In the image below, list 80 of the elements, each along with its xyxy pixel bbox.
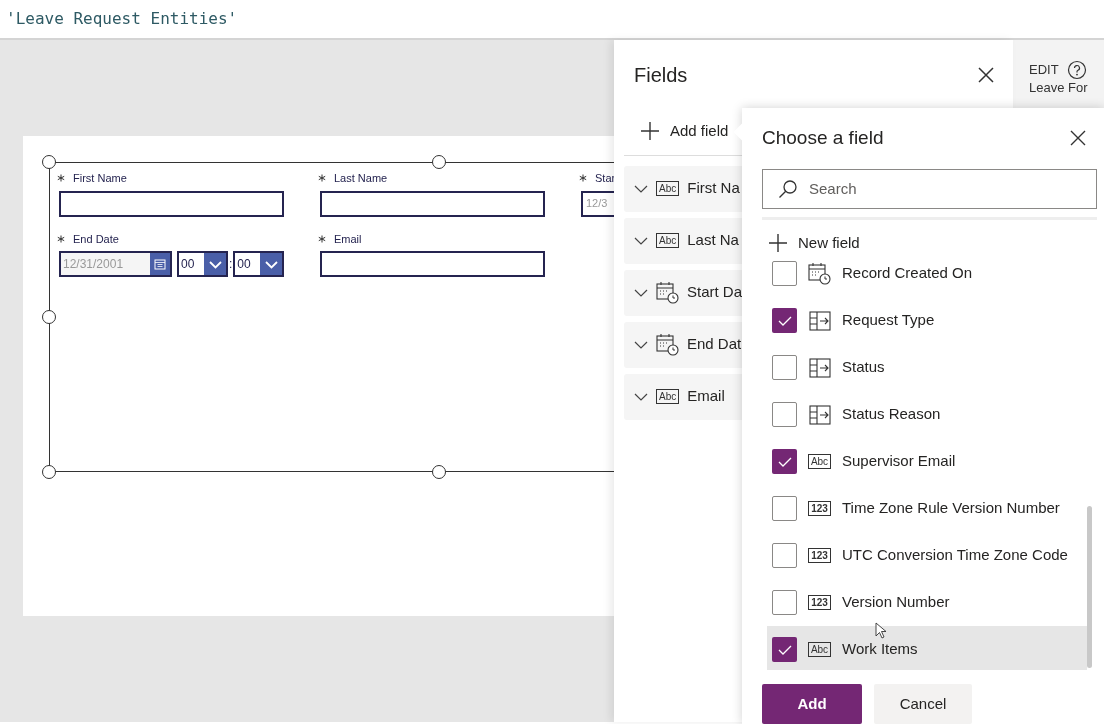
resize-handle[interactable] xyxy=(42,465,56,479)
search-icon xyxy=(778,178,798,199)
field-label: First Name xyxy=(73,171,127,186)
text-type-icon: Abc xyxy=(656,181,680,196)
field-name: Last Na xyxy=(687,230,739,251)
text-type-icon: Abc xyxy=(807,454,832,469)
checkbox[interactable] xyxy=(772,449,797,474)
search-field[interactable]: Search xyxy=(762,168,1097,209)
mode-label: EDIT xyxy=(1029,61,1059,80)
scrollbar[interactable] xyxy=(1087,506,1092,668)
field-name: Request Type xyxy=(842,310,935,331)
add-field-button[interactable]: Add field xyxy=(640,120,729,143)
field-option[interactable]: Status Reason xyxy=(767,391,1087,438)
field-option[interactable]: Status xyxy=(767,344,1087,391)
text-type-icon: Abc xyxy=(656,389,680,404)
field-option[interactable]: 123 UTC Conversion Time Zone Code xyxy=(767,532,1087,579)
field-option[interactable]: Record Created On xyxy=(767,260,1087,297)
popover-title: Choose a field xyxy=(762,126,884,150)
field-label: End Date xyxy=(73,231,119,247)
field-name: Status Reason xyxy=(842,404,941,425)
number-type-icon: 123 xyxy=(808,595,831,610)
mouse-cursor-icon xyxy=(875,622,887,639)
field-option[interactable]: Request Type xyxy=(767,297,1087,344)
text-input[interactable] xyxy=(320,251,545,277)
resize-handle[interactable] xyxy=(42,155,56,169)
resize-handle[interactable] xyxy=(42,310,56,324)
close-icon[interactable] xyxy=(977,66,995,84)
option-set-icon xyxy=(808,403,831,426)
resize-handle[interactable] xyxy=(432,155,446,169)
text-input[interactable] xyxy=(320,190,545,217)
calendar-icon xyxy=(154,258,166,270)
checkbox[interactable] xyxy=(772,308,797,333)
checkbox[interactable] xyxy=(772,590,797,615)
help-icon[interactable] xyxy=(1066,60,1087,80)
field-name: Version Number xyxy=(842,592,950,613)
field-name: End Dat xyxy=(687,334,742,355)
field-name: Time Zone Rule Version Number xyxy=(842,498,1060,519)
cancel-button[interactable]: Cancel xyxy=(874,684,972,724)
field-option[interactable]: 123 Version Number xyxy=(767,579,1087,626)
field-name: Supervisor Email xyxy=(842,451,956,472)
checkbox[interactable] xyxy=(772,496,797,521)
time-dropdown[interactable]: 00 xyxy=(233,251,285,277)
option-set-icon xyxy=(808,309,831,332)
checkbox[interactable] xyxy=(772,402,797,427)
new-field-button[interactable]: New field xyxy=(768,231,860,254)
time-dropdown[interactable]: 00 xyxy=(177,251,228,277)
text-input[interactable] xyxy=(59,190,284,217)
add-button[interactable]: Add xyxy=(762,684,862,724)
text-type-icon: Abc xyxy=(807,642,832,657)
calendar-clock-icon xyxy=(656,333,679,356)
calendar-clock-icon xyxy=(656,281,679,304)
checkbox[interactable] xyxy=(772,261,797,286)
checkbox[interactable] xyxy=(772,637,797,662)
option-set-icon xyxy=(808,356,831,379)
panel-title: Fields xyxy=(634,63,688,88)
text-type-icon: Abc xyxy=(656,233,680,248)
calendar-clock-icon xyxy=(808,262,831,285)
formula-text: 'Leave Request Entities' xyxy=(6,8,238,30)
checkbox[interactable] xyxy=(772,355,797,380)
number-type-icon: 123 xyxy=(808,501,831,516)
field-option[interactable]: Abc Work Items xyxy=(767,626,1087,670)
close-icon[interactable] xyxy=(1070,130,1086,147)
number-type-icon: 123 xyxy=(808,548,831,563)
plus-icon xyxy=(768,232,788,253)
field-name: UTC Conversion Time Zone Code xyxy=(842,545,1068,566)
plus-icon xyxy=(640,121,660,142)
field-name: First Na xyxy=(687,178,740,199)
field-name: Record Created On xyxy=(842,263,973,284)
field-option[interactable]: Abc Supervisor Email xyxy=(767,438,1087,485)
field-name: Email xyxy=(687,386,725,407)
resize-handle[interactable] xyxy=(432,465,446,479)
form-title: Leave For xyxy=(1029,80,1089,96)
field-label: Email xyxy=(334,231,362,247)
time-separator: : xyxy=(229,256,233,273)
field-option[interactable]: 123 Time Zone Rule Version Number xyxy=(767,485,1087,532)
field-name: Work Items xyxy=(842,639,918,660)
field-label: Last Name xyxy=(334,171,388,186)
field-name: Status xyxy=(842,357,885,378)
checkbox[interactable] xyxy=(772,543,797,568)
field-name: Start Da xyxy=(687,282,743,303)
